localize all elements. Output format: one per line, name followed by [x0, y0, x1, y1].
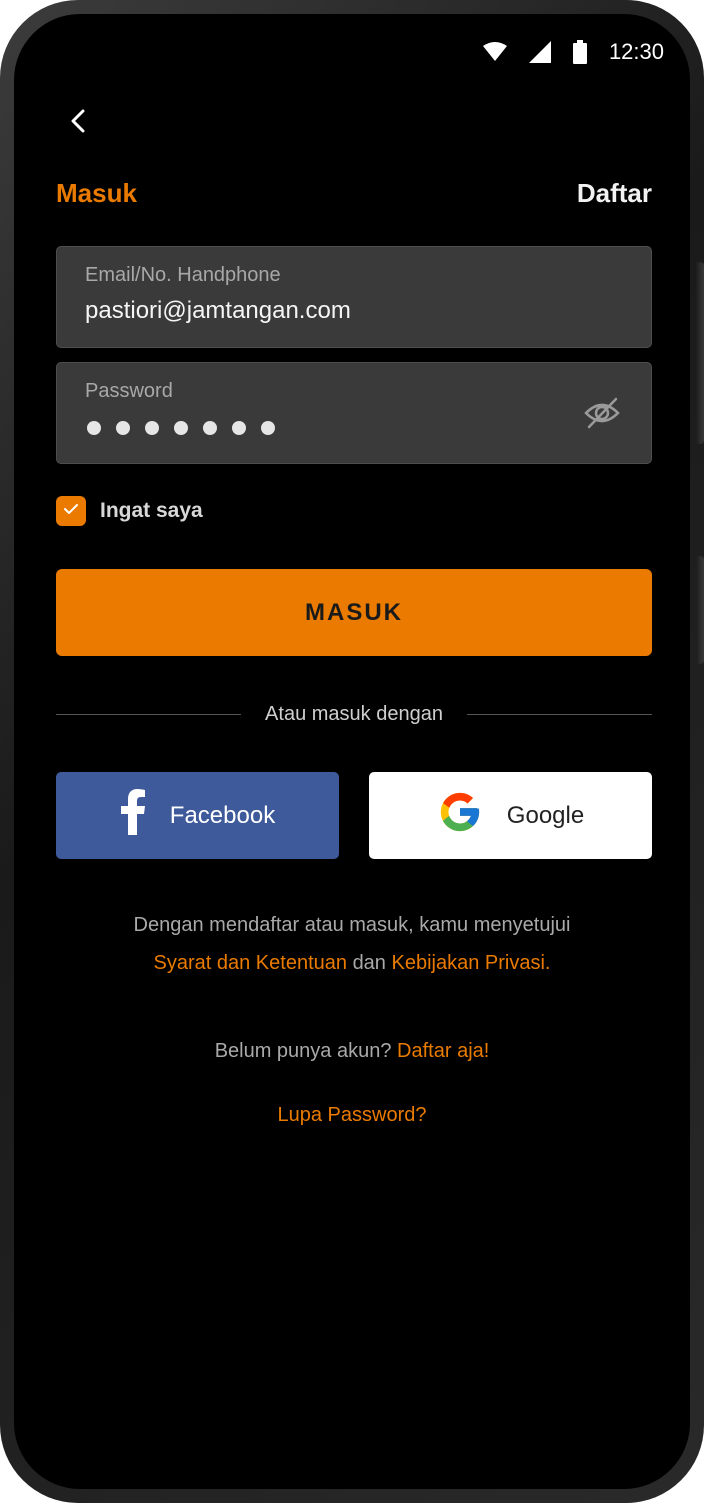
password-dot: [261, 421, 275, 435]
facebook-icon: [120, 789, 146, 842]
password-dot: [232, 421, 246, 435]
back-button[interactable]: [64, 108, 92, 138]
google-label: Google: [506, 801, 585, 829]
status-time: 12:30: [608, 39, 664, 64]
google-login-button[interactable]: Google: [369, 772, 652, 859]
tab-login[interactable]: Masuk: [56, 178, 137, 209]
tab-register[interactable]: Daftar: [577, 178, 652, 209]
volume-button: [696, 262, 704, 444]
divider-line-left: [56, 713, 242, 715]
email-field[interactable]: Email/No. Handphone: [56, 246, 652, 348]
password-dot: [174, 421, 188, 435]
signup-prompt-text: Belum punya akun?: [214, 1040, 392, 1062]
privacy-link[interactable]: Kebijakan Privasi.: [392, 952, 551, 974]
password-dot: [203, 421, 217, 435]
eye-off-icon[interactable]: [583, 394, 621, 437]
divider-line-right: [466, 713, 652, 715]
facebook-label: Facebook: [169, 801, 276, 829]
terms-link[interactable]: Syarat dan Ketentuan: [154, 952, 347, 974]
password-dot: [116, 421, 130, 435]
signup-prompt: Belum punya akun? Daftar aja!: [14, 1040, 690, 1063]
phone-frame: 12:30 Masuk Daftar Email/No. Handphone P…: [0, 0, 704, 1503]
login-button[interactable]: MASUK: [56, 569, 652, 656]
password-field[interactable]: Password: [56, 362, 652, 464]
password-masked-value[interactable]: [87, 421, 275, 435]
password-field-label: Password: [85, 380, 173, 402]
remember-me-label: Ingat saya: [100, 499, 203, 522]
divider-text: Atau masuk dengan: [265, 702, 443, 725]
facebook-login-button[interactable]: Facebook: [56, 772, 339, 859]
checkbox-box[interactable]: [56, 496, 86, 526]
power-button: [696, 556, 704, 664]
forgot-password-link[interactable]: Lupa Password?: [14, 1104, 690, 1127]
email-input[interactable]: [85, 297, 585, 325]
password-dot: [145, 421, 159, 435]
signup-link[interactable]: Daftar aja!: [397, 1040, 489, 1062]
signal-icon: [528, 41, 551, 63]
terms-prefix: Dengan mendaftar atau masuk, kamu menyet…: [133, 914, 571, 936]
battery-icon: [572, 40, 587, 64]
remember-me-checkbox[interactable]: Ingat saya: [56, 496, 203, 526]
google-icon: [437, 789, 483, 842]
password-dot: [87, 421, 101, 435]
terms-text: Dengan mendaftar atau masuk, kamu menyet…: [14, 906, 690, 982]
back-chevron-icon: [70, 109, 86, 138]
terms-conjunction: dan: [352, 952, 386, 974]
check-icon: [63, 502, 79, 520]
terms-links-line: Syarat dan Ketentuan dan Kebijakan Priva…: [14, 944, 690, 982]
divider: Atau masuk dengan: [56, 700, 652, 728]
wifi-icon: [482, 42, 507, 62]
screen: 12:30 Masuk Daftar Email/No. Handphone P…: [14, 14, 690, 1489]
email-field-label: Email/No. Handphone: [85, 264, 281, 286]
status-bar: 12:30: [482, 38, 664, 66]
